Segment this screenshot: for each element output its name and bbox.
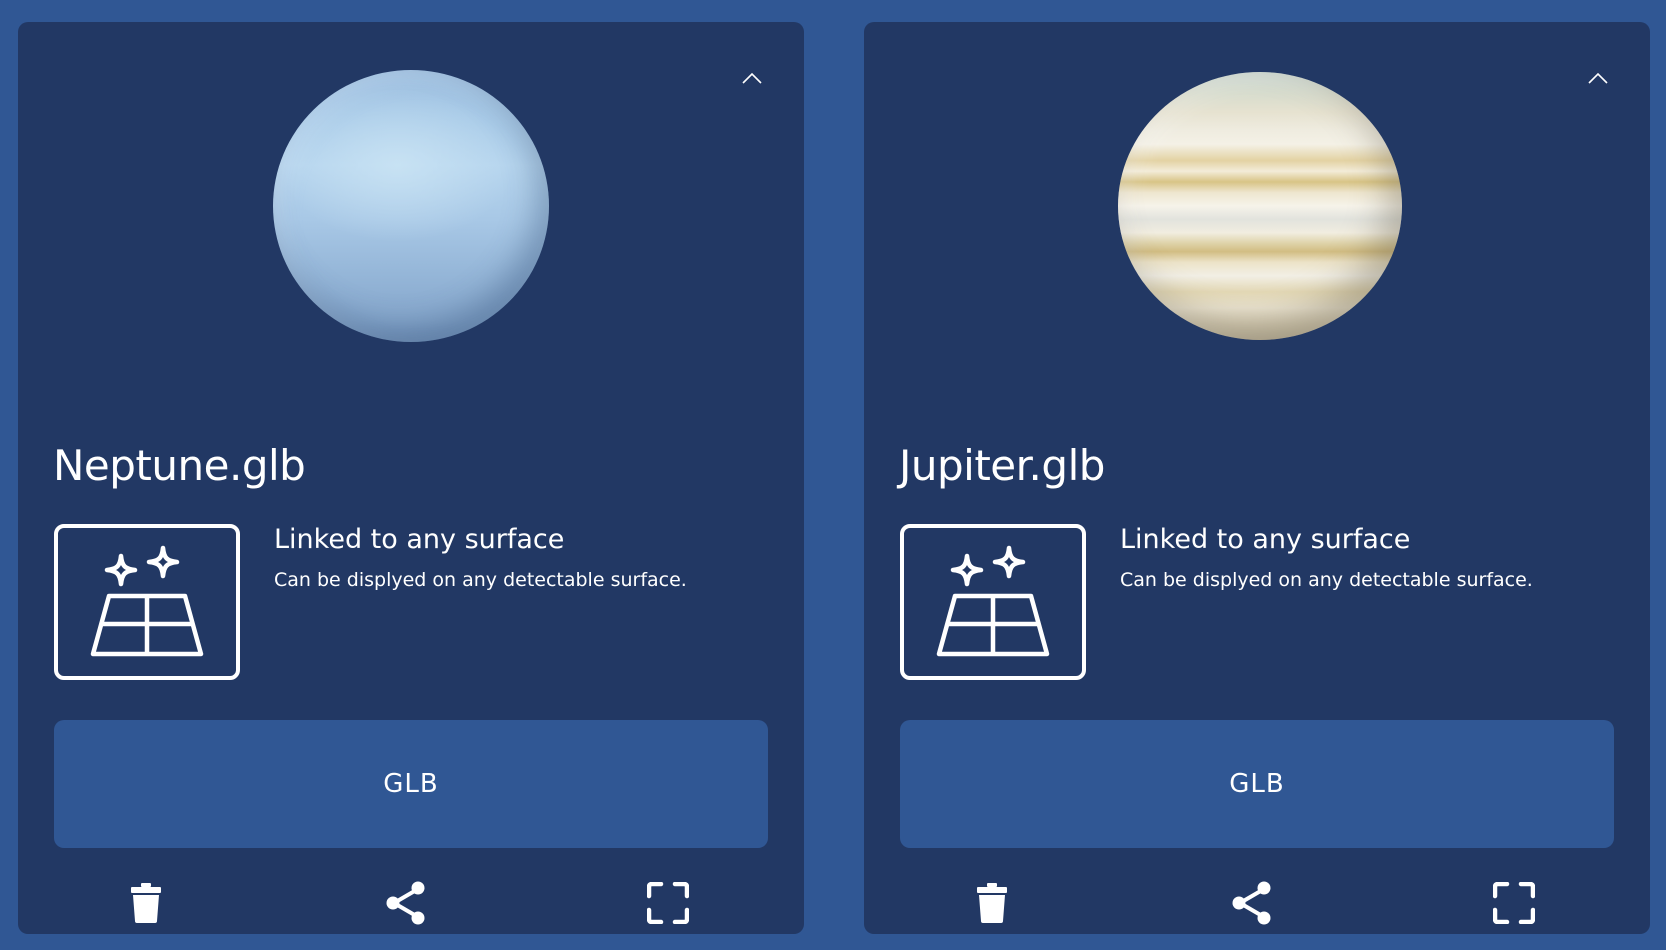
fullscreen-button[interactable] xyxy=(1489,878,1539,928)
collapse-button[interactable] xyxy=(736,62,768,94)
chevron-up-icon xyxy=(742,72,762,84)
format-label: GLB xyxy=(1229,769,1285,799)
model-preview-neptune[interactable] xyxy=(273,70,549,342)
trash-icon xyxy=(977,883,1007,923)
model-preview-jupiter[interactable] xyxy=(1118,72,1402,340)
file-name: Jupiter.glb xyxy=(899,441,1105,490)
model-library: Neptune.glb Linked to any surface Can be… xyxy=(0,0,1666,950)
format-button[interactable]: GLB xyxy=(900,720,1614,848)
surface-title: Linked to any surface xyxy=(1120,524,1411,555)
model-card-neptune: Neptune.glb Linked to any surface Can be… xyxy=(18,22,804,934)
share-button[interactable] xyxy=(381,878,431,928)
surface-title: Linked to any surface xyxy=(274,524,565,555)
surface-type-icon-box xyxy=(900,524,1086,680)
surface-description: Can be displyed on any detectable surfac… xyxy=(274,569,687,591)
share-icon xyxy=(1232,881,1271,925)
model-card-jupiter: Jupiter.glb Linked to any surface Can be… xyxy=(864,22,1650,934)
file-name: Neptune.glb xyxy=(53,441,306,490)
chevron-up-icon xyxy=(1588,72,1608,84)
delete-button[interactable] xyxy=(967,878,1017,928)
share-icon xyxy=(386,881,425,925)
trash-icon xyxy=(131,883,161,923)
surface-sparkle-icon xyxy=(90,545,204,657)
fullscreen-button[interactable] xyxy=(643,878,693,928)
surface-description: Can be displyed on any detectable surfac… xyxy=(1120,569,1533,591)
delete-button[interactable] xyxy=(121,878,171,928)
collapse-button[interactable] xyxy=(1582,62,1614,94)
format-label: GLB xyxy=(383,769,439,799)
fullscreen-icon xyxy=(1493,882,1535,924)
share-button[interactable] xyxy=(1227,878,1277,928)
surface-type-icon-box xyxy=(54,524,240,680)
surface-sparkle-icon xyxy=(936,545,1050,657)
fullscreen-icon xyxy=(647,882,689,924)
format-button[interactable]: GLB xyxy=(54,720,768,848)
